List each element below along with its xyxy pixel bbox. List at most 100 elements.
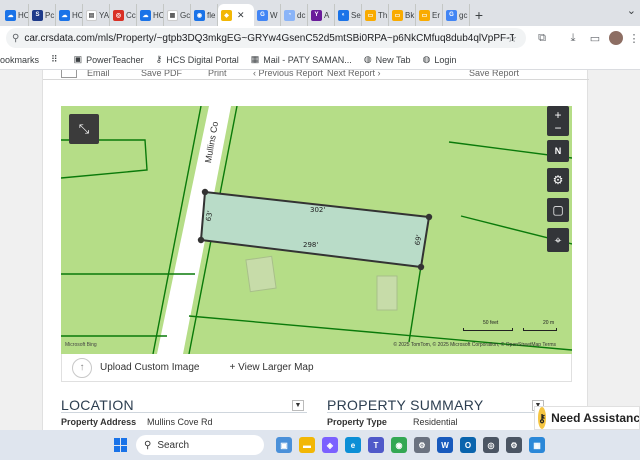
browser-tab[interactable]: ◉ fle (191, 4, 218, 26)
extensions-icon[interactable]: ⧉ (535, 31, 549, 45)
login-icon: ◍ (422, 54, 431, 64)
save-pdf-button[interactable]: Save PDF (141, 70, 182, 78)
divider (61, 412, 307, 413)
tab-title: HC (18, 10, 29, 20)
tab-favicon-icon: G (446, 9, 457, 21)
view-larger-map-link[interactable]: + View Larger Map (230, 362, 314, 373)
boundary-line (408, 265, 422, 343)
need-assistance-button[interactable]: ⚷ Need Assistance (534, 406, 640, 430)
browser-tab[interactable]: ▭ Th (362, 4, 389, 26)
compass-button[interactable]: N (547, 140, 569, 162)
gear-app-icon[interactable]: ⚙ (506, 437, 522, 453)
browser-tab[interactable]: ◆ ✕ (218, 4, 254, 26)
globe-icon: ◍ (363, 54, 372, 64)
bookmark-item[interactable]: ▦ Mail - PATY SAMAN... (251, 54, 352, 65)
file-explorer-app-icon[interactable]: ▬ (299, 437, 315, 453)
site-info-icon[interactable]: ⚲ (12, 33, 19, 44)
zoom-out-button[interactable]: − (547, 119, 569, 136)
draw-area-icon[interactable]: ▢ (547, 198, 569, 222)
key-icon: ⚷ (155, 54, 163, 64)
email-button[interactable]: Email (87, 70, 110, 78)
browser-tab[interactable]: ▦ Gc (164, 4, 191, 26)
settings-gear-icon[interactable]: ⚙ (547, 168, 569, 192)
save-report-button[interactable]: Save Report (469, 70, 519, 78)
browser-tab[interactable]: GW (254, 4, 281, 26)
tab-favicon-icon: ◉ (194, 9, 205, 21)
browser-tab[interactable]: S Pc (29, 4, 56, 26)
browser-tab[interactable]: ◔ dc (281, 4, 308, 26)
windows-start-icon[interactable] (114, 438, 128, 452)
new-tab-button[interactable]: + (470, 4, 488, 26)
tab-title: W (270, 10, 278, 20)
address-bar[interactable]: ⚲ car.crsdata.com/mls/Property/~gtpb3DQ3… (6, 28, 526, 48)
browser-tab[interactable]: ☁ HC (137, 4, 164, 26)
browser-tab[interactable]: ◎ Cc (110, 4, 137, 26)
tab-favicon-icon: ▦ (167, 9, 178, 21)
cast-icon[interactable]: ▭ (588, 31, 602, 45)
next-report-link[interactable]: Next Report › (327, 70, 381, 78)
tab-favicon-icon: S (32, 9, 43, 21)
map-footer: ↑ Upload Custom Image + View Larger Map (61, 354, 572, 382)
bookmark-item[interactable]: ⚷ HCS Digital Portal (156, 54, 239, 65)
browser-tab[interactable]: YA (308, 4, 335, 26)
tab-title: Se (351, 10, 361, 20)
bookmark-item[interactable]: ookmarks (0, 55, 39, 65)
chrome-app-icon[interactable]: ◉ (391, 437, 407, 453)
minimize-icon[interactable]: ⌄ (627, 4, 636, 17)
menu-icon[interactable]: ⋮ (627, 31, 640, 45)
bookmark-star-icon[interactable]: ☆ (505, 31, 519, 45)
dim-bottom: 298' (303, 241, 319, 249)
browser-tab[interactable]: ◐ Se (335, 4, 362, 26)
tab-title: Cc (126, 10, 136, 20)
edge-app-icon[interactable]: e (345, 437, 361, 453)
word-app-icon[interactable]: W (437, 437, 453, 453)
browser-tab[interactable]: ▤ YA (83, 4, 110, 26)
need-assistance-label: Need Assistance (551, 411, 640, 425)
tab-title: YA (99, 10, 110, 20)
email-icon[interactable] (61, 70, 77, 78)
subject-parcel (199, 190, 431, 269)
parcel-map[interactable]: Mullins Co 302' 298' 63' 69' ⤡ + − N ⚙ ▢… (61, 106, 572, 354)
tab-favicon-icon: ▭ (419, 9, 430, 21)
tab-title: Th (378, 10, 388, 20)
taskbar-search[interactable]: ⚲ Search (136, 435, 264, 455)
avatar[interactable] (609, 31, 623, 45)
tab-favicon-icon: ▤ (86, 9, 97, 21)
tab-title: HC (153, 10, 164, 20)
upload-icon[interactable]: ↑ (72, 357, 92, 378)
browser-tab[interactable]: Ggc (443, 4, 470, 26)
parcel-vertex (425, 213, 433, 221)
tab-close-icon[interactable]: ✕ (237, 10, 245, 21)
download-icon[interactable]: ⤓ (566, 31, 580, 45)
teams-app-icon[interactable]: T (368, 437, 384, 453)
settings-app-icon[interactable]: ⚙ (414, 437, 430, 453)
locate-icon[interactable]: ⌖ (547, 228, 569, 252)
tab-title: Bk (405, 10, 415, 20)
photos-app-icon[interactable]: ▦ (529, 437, 545, 453)
browser-tab[interactable]: ▭ Bk (389, 4, 416, 26)
url-text[interactable]: car.crsdata.com/mls/Property/~gtpb3DQ3mk… (24, 33, 514, 44)
browser-tab[interactable]: ▭ Er (416, 4, 443, 26)
parcel-vertex (417, 263, 425, 271)
map-attribution: © 2025 TomTom, © 2025 Microsoft Corporat… (393, 342, 556, 348)
previous-report-link[interactable]: ‹ Previous Report (253, 70, 323, 78)
bookmark-item[interactable]: ◍ Login (423, 54, 457, 65)
copilot-app-icon[interactable]: ◈ (322, 437, 338, 453)
location-collapse-icon[interactable]: ▼ (292, 400, 304, 411)
camera-app-icon[interactable]: ◎ (483, 437, 499, 453)
print-button[interactable]: Print (208, 70, 227, 78)
bookmark-item[interactable]: ⠿ (51, 54, 62, 65)
apps-icon: ⠿ (51, 54, 58, 64)
upload-custom-image-button[interactable]: Upload Custom Image (100, 362, 200, 373)
browser-tab[interactable]: ☁ HC (56, 4, 83, 26)
collapse-map-icon[interactable]: ⤡ (69, 114, 99, 144)
bookmark-label: Mail - PATY SAMAN... (263, 54, 352, 65)
mail-icon: ▦ (250, 54, 260, 64)
powerteacher-icon: ▣ (73, 54, 83, 64)
bookmark-item[interactable]: ◍ New Tab (364, 54, 411, 65)
outlook-app-icon[interactable]: O (460, 437, 476, 453)
browser-tab[interactable]: ☁ HC (2, 4, 29, 26)
bookmark-item[interactable]: ▣ PowerTeacher (74, 54, 144, 65)
tab-favicon-icon: ▭ (365, 9, 376, 21)
widgets-app-icon[interactable]: ▣ (276, 437, 292, 453)
